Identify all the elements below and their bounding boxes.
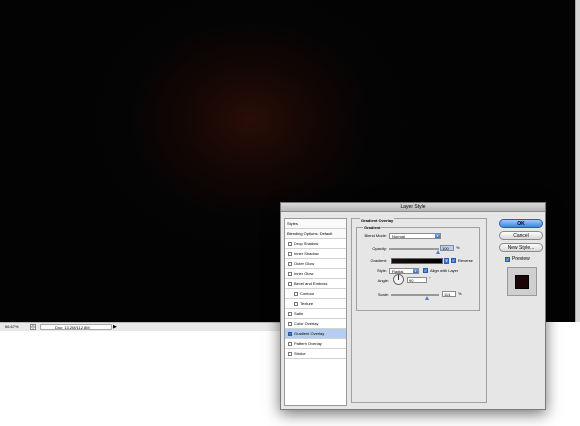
style-list-item-label: Color Overlay — [294, 321, 319, 326]
style-list-item[interactable]: Drop Shadow — [285, 239, 346, 249]
document-info: Doc: 13.2M/112.8M — [40, 324, 112, 330]
gradient-picker[interactable] — [391, 258, 443, 264]
status-bar: 66.67% ◎ Doc: 13.2M/112.8M ▶ — [0, 322, 280, 331]
style-list-item[interactable]: Texture — [285, 299, 346, 309]
style-list-item-label: Texture — [300, 301, 314, 306]
style-list-item-label: Outer Glow — [294, 261, 315, 266]
style-checkbox[interactable] — [294, 292, 298, 296]
gradient-overlay-panel: Gradient Overlay Gradient Blend Mode: No… — [351, 218, 487, 403]
preview-checkbox[interactable]: ✓ — [505, 257, 510, 262]
opacity-unit: % — [456, 245, 460, 250]
style-checkbox[interactable] — [288, 312, 292, 316]
preview-thumbnail — [515, 275, 529, 289]
status-info-icon[interactable]: ◎ — [30, 324, 36, 330]
angle-needle-icon — [398, 275, 399, 280]
align-with-layer-label: Align with Layer — [430, 268, 459, 273]
style-list-item[interactable]: Gradient Overlay — [285, 329, 346, 339]
zoom-level[interactable]: 66.67% — [5, 323, 19, 331]
opacity-field[interactable]: 100 — [440, 245, 454, 251]
angle-dial[interactable] — [393, 274, 404, 285]
scale-slider-knob[interactable] — [424, 296, 429, 300]
style-list-item-label: Satin — [294, 311, 304, 316]
style-list-item[interactable]: Inner Glow — [285, 269, 346, 279]
style-list-item-label: Inner Shadow — [294, 251, 319, 256]
style-checkbox[interactable] — [288, 282, 292, 286]
layer-style-dialog: Layer Style Styles Blending Options: Defa… — [280, 202, 546, 410]
style-list-item[interactable]: Color Overlay — [285, 319, 346, 329]
reverse-checkbox[interactable]: ✓ — [451, 258, 456, 263]
chevron-updown-icon: ⇕ — [413, 269, 418, 273]
blend-mode-label: Blend Mode: — [364, 233, 387, 238]
new-style-button[interactable]: New Style... — [499, 243, 543, 252]
style-list-item-label: Stroke — [294, 351, 306, 356]
style-list-item-label: Inner Glow — [294, 271, 314, 276]
scale-field[interactable]: 114 — [442, 291, 456, 297]
scale-label: Scale: — [377, 292, 389, 297]
style-checkbox[interactable] — [288, 262, 292, 266]
style-list-item-label: Gradient Overlay — [294, 331, 325, 336]
preview-label: Preview — [512, 256, 530, 262]
chevron-updown-icon: ⇕ — [435, 234, 440, 238]
style-list-item[interactable]: Satin — [285, 309, 346, 319]
align-with-layer-checkbox[interactable]: ✓ — [423, 268, 428, 273]
scale-unit: % — [458, 291, 462, 296]
blend-mode-value: Normal — [392, 234, 405, 239]
scale-slider[interactable] — [391, 294, 439, 300]
opacity-slider[interactable] — [389, 248, 440, 254]
angle-unit: ° — [429, 276, 431, 281]
reverse-label: Reverse — [458, 258, 473, 263]
style-list-item[interactable]: Blending Options: Default — [285, 229, 346, 239]
vertical-scrollbar[interactable] — [575, 0, 580, 322]
style-checkbox[interactable] — [288, 352, 292, 356]
style-checkbox[interactable] — [288, 322, 292, 326]
angle-label: Angle: — [377, 278, 389, 283]
style-list-item-label: Contour — [300, 291, 315, 296]
style-checkbox[interactable] — [288, 342, 292, 346]
blend-mode-select[interactable]: Normal ⇕ — [389, 233, 441, 239]
panel-title: Gradient Overlay — [360, 218, 395, 223]
gradient-label: Gradient: — [370, 258, 387, 263]
style-list-item-label: Styles — [287, 221, 298, 226]
style-list-item-label: Blending Options: Default — [287, 231, 333, 236]
style-list-item[interactable]: Styles — [285, 219, 346, 229]
style-list-item[interactable]: Contour — [285, 289, 346, 299]
style-list-item-label: Pattern Overlay — [294, 341, 322, 346]
style-checkbox[interactable] — [288, 332, 292, 336]
status-menu-arrow-icon[interactable]: ▶ — [113, 324, 119, 330]
gradient-dropdown-icon[interactable]: ▾ — [444, 258, 449, 264]
dialog-title[interactable]: Layer Style — [281, 203, 545, 212]
styles-list: Styles Blending Options: Default Drop Shad… — [284, 218, 347, 406]
gradient-group: Gradient Blend Mode: Normal ⇕ Opacity: 1… — [356, 225, 480, 311]
style-checkbox[interactable] — [288, 272, 292, 276]
style-list-item[interactable]: Outer Glow — [285, 259, 346, 269]
cancel-button[interactable]: Cancel — [499, 231, 543, 240]
angle-field[interactable]: 90 — [407, 277, 427, 283]
style-checkbox[interactable] — [294, 302, 298, 306]
style-list-item[interactable]: Stroke — [285, 349, 346, 359]
ok-button[interactable]: OK — [499, 219, 543, 228]
opacity-label: Opacity: — [372, 246, 387, 251]
style-preview — [507, 267, 537, 296]
style-list-item[interactable]: Pattern Overlay — [285, 339, 346, 349]
group-title: Gradient — [363, 225, 382, 230]
style-label: Style: — [376, 268, 387, 273]
style-list-item-label: Drop Shadow — [294, 241, 319, 246]
style-checkbox[interactable] — [288, 252, 292, 256]
style-checkbox[interactable] — [288, 242, 292, 246]
style-list-item-label: Bevel and Emboss — [294, 281, 328, 286]
style-select[interactable]: Radial ⇕ — [389, 268, 419, 274]
style-list-item[interactable]: Inner Shadow — [285, 249, 346, 259]
style-list-item[interactable]: Bevel and Emboss — [285, 279, 346, 289]
